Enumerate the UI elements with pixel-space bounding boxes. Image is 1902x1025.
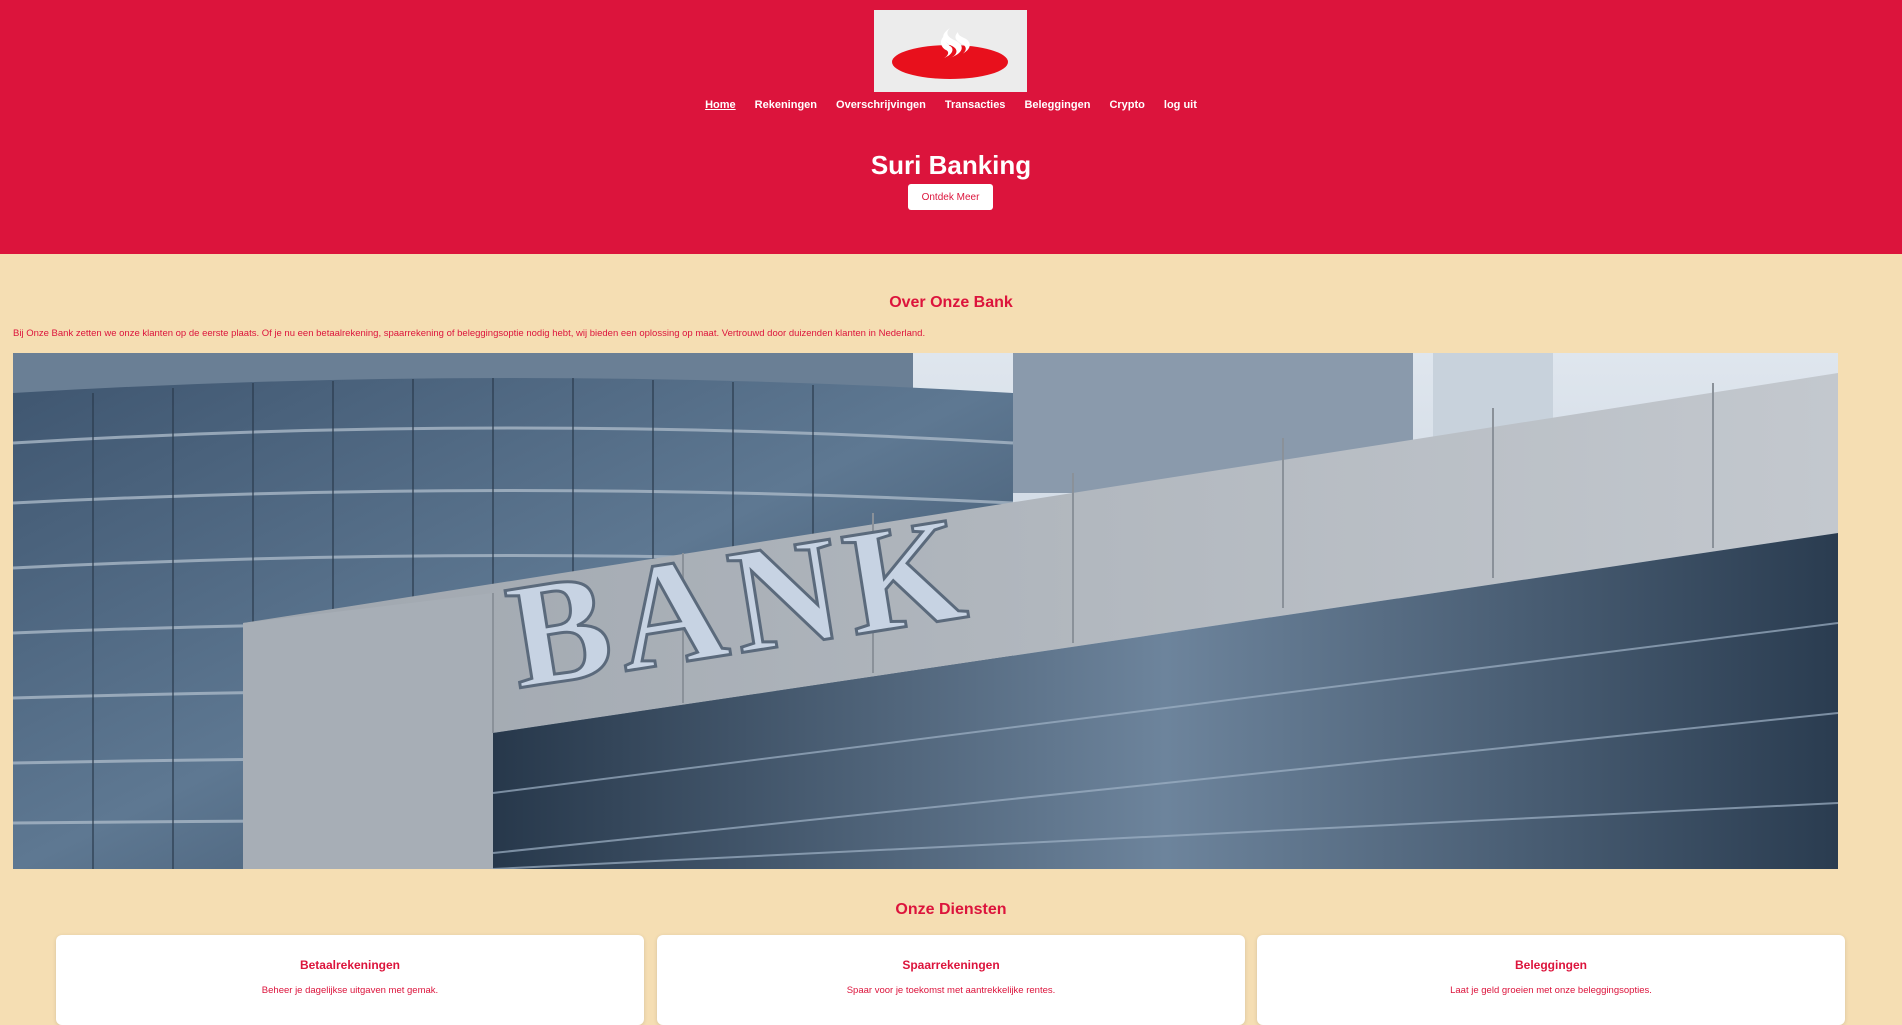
service-card-betaalrekeningen[interactable]: Betaalrekeningen Beheer je dagelijkse ui… [56,935,644,1025]
nav-crypto[interactable]: Crypto [1109,98,1144,112]
service-card-title: Betaalrekeningen [299,958,401,972]
services-title: Onze Diensten [895,901,1007,918]
nav-rekeningen[interactable]: Rekeningen [755,98,817,112]
service-card-text: Laat je geld groeien met onze beleggings… [1450,985,1652,996]
nav-overschrijvingen[interactable]: Overschrijvingen [836,98,926,112]
nav-home[interactable]: Home [705,98,736,112]
service-card-text: Spaar voor je toekomst met aantrekkelijk… [846,985,1056,996]
service-card-text: Beheer je dagelijkse uitgaven met gemak. [261,985,439,996]
santander-flame-logo-icon [874,10,1027,92]
bank-building-image: BANK [13,353,1838,869]
nav-log-uit[interactable]: log uit [1164,98,1197,112]
about-title: Over Onze Bank [889,294,1013,311]
logo[interactable] [874,10,1027,92]
site-header: Home Rekeningen Overschrijvingen Transac… [0,0,1902,254]
hero-title: Suri Banking [870,150,1032,180]
service-card-beleggingen[interactable]: Beleggingen Laat je geld groeien met onz… [1257,935,1845,1025]
service-card-title: Beleggingen [1514,958,1587,972]
service-card-title: Spaarrekeningen [902,958,1000,972]
nav-beleggingen[interactable]: Beleggingen [1024,98,1090,112]
main-nav: Home Rekeningen Overschrijvingen Transac… [0,98,1902,112]
nav-transacties[interactable]: Transacties [945,98,1006,112]
about-text: Bij Onze Bank zetten we onze klanten op … [13,328,926,339]
discover-more-button[interactable]: Ontdek Meer [908,184,993,210]
service-card-spaarrekeningen[interactable]: Spaarrekeningen Spaar voor je toekomst m… [657,935,1245,1025]
